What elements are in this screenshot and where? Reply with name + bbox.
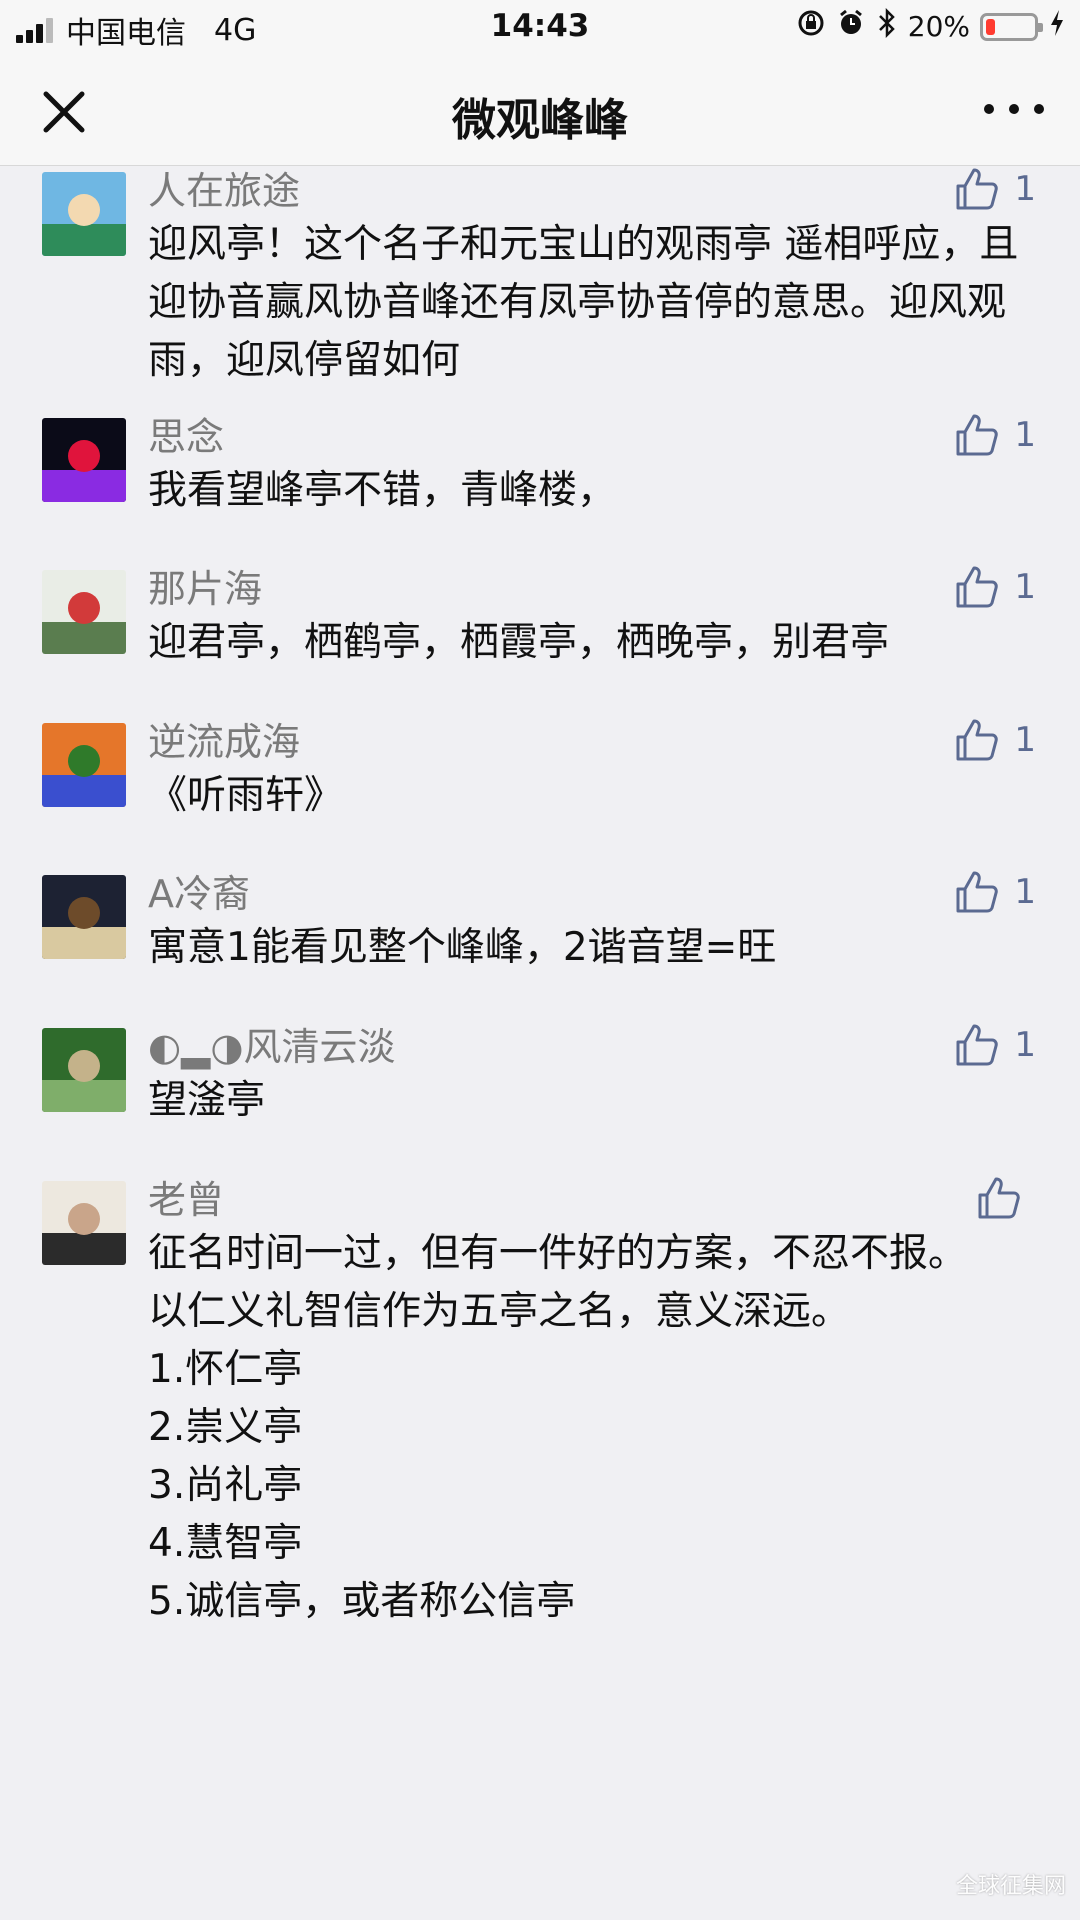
avatar[interactable] bbox=[42, 723, 126, 807]
thumbs-up-icon bbox=[956, 1024, 999, 1066]
comment-nickname[interactable]: 人在旅途 bbox=[148, 166, 1040, 216]
like-button[interactable]: 1 bbox=[954, 564, 1036, 610]
comment-item: ◐▂◑风清云淡望滏亭 1 bbox=[0, 1022, 1080, 1130]
avatar[interactable] bbox=[42, 418, 126, 502]
comment-nickname[interactable]: A冷裔 bbox=[148, 869, 1040, 919]
like-button[interactable]: 1 bbox=[954, 412, 1036, 458]
comment-nickname[interactable]: 老曾 bbox=[148, 1175, 1040, 1225]
like-count: 1 bbox=[1014, 1025, 1036, 1065]
thumbs-up-icon bbox=[978, 1177, 1020, 1219]
battery-level bbox=[986, 18, 995, 35]
comment-text: 《听雨轩》 bbox=[148, 773, 344, 818]
battery-percent: 20% bbox=[907, 10, 970, 43]
watermark: 全球征集网 bbox=[955, 1874, 1066, 1899]
comment-item: 思念我看望峰亭不错，青峰楼， 1 bbox=[0, 412, 1080, 520]
like-button[interactable] bbox=[976, 1175, 1036, 1221]
comment-text: 迎风亭！这个名子和元宝山的观雨亭 遥相呼应，且迎协音赢风协音峰还有凤亭协音停的意… bbox=[148, 222, 1019, 383]
avatar[interactable] bbox=[42, 1028, 126, 1112]
comment-text: 我看望峰亭不错，青峰楼， bbox=[148, 468, 617, 513]
comment-item: 逆流成海《听雨轩》 1 bbox=[0, 717, 1080, 825]
avatar[interactable] bbox=[42, 570, 126, 654]
alarm-icon bbox=[836, 8, 866, 45]
comment-text: 征名时间一过，但有一件好的方案，不忍不报。 以仁义礼智信作为五亭之名，意义深远。… bbox=[148, 1231, 968, 1624]
battery-icon bbox=[980, 12, 1043, 41]
bluetooth-icon bbox=[876, 7, 898, 45]
thumbs-up-icon bbox=[956, 414, 999, 456]
comment-item: 老曾征名时间一过，但有一件好的方案，不忍不报。 以仁义礼智信作为五亭之名，意义深… bbox=[0, 1175, 1080, 1631]
like-button[interactable]: 1 bbox=[954, 166, 1036, 212]
orientation-lock-icon bbox=[796, 8, 826, 45]
thumbs-up-icon bbox=[956, 871, 999, 913]
comment-nickname[interactable]: 思念 bbox=[148, 412, 1040, 462]
like-button[interactable]: 1 bbox=[954, 1022, 1036, 1068]
avatar[interactable] bbox=[42, 1181, 126, 1265]
thumbs-up-icon bbox=[956, 719, 999, 761]
status-right: 20% bbox=[786, 7, 1066, 45]
comment-nickname[interactable]: ◐▂◑风清云淡 bbox=[148, 1022, 1040, 1072]
comment-text: 迎君亭，栖鹤亭，栖霞亭，栖晚亭，别君亭 bbox=[148, 620, 890, 665]
charging-icon bbox=[1048, 8, 1066, 45]
avatar[interactable] bbox=[42, 172, 126, 256]
nav-bar: 微观峰峰 bbox=[0, 54, 1080, 166]
like-count: 1 bbox=[1014, 720, 1036, 760]
page-title: 微观峰峰 bbox=[452, 95, 628, 146]
comment-nickname[interactable]: 逆流成海 bbox=[148, 717, 1040, 767]
more-icon[interactable] bbox=[984, 94, 1044, 124]
like-count: 1 bbox=[1014, 872, 1036, 912]
comment-nickname[interactable]: 那片海 bbox=[148, 564, 1040, 614]
comment-item: 人在旅途迎风亭！这个名子和元宝山的观雨亭 遥相呼应，且迎协音赢风协音峰还有凤亭协… bbox=[0, 166, 1080, 390]
status-bar: 中国电信 4G 14:43 20% bbox=[0, 0, 1080, 54]
comment-text: 寓意1能看见整个峰峰，2谐音望=旺 bbox=[148, 925, 777, 970]
comment-text: 望滏亭 bbox=[148, 1078, 266, 1123]
comment-list: 人在旅途迎风亭！这个名子和元宝山的观雨亭 遥相呼应，且迎协音赢风协音峰还有凤亭协… bbox=[0, 166, 1080, 1920]
thumbs-up-icon bbox=[956, 566, 999, 608]
comment-item: A冷裔寓意1能看见整个峰峰，2谐音望=旺 1 bbox=[0, 869, 1080, 977]
avatar[interactable] bbox=[42, 875, 126, 959]
like-button[interactable]: 1 bbox=[954, 869, 1036, 915]
comment-item: 那片海迎君亭，栖鹤亭，栖霞亭，栖晚亭，别君亭 1 bbox=[0, 564, 1080, 672]
like-button[interactable]: 1 bbox=[954, 717, 1036, 763]
like-count: 1 bbox=[1014, 567, 1036, 607]
like-count: 1 bbox=[1014, 415, 1036, 455]
thumbs-up-icon bbox=[956, 168, 999, 210]
like-count: 1 bbox=[1014, 169, 1036, 209]
